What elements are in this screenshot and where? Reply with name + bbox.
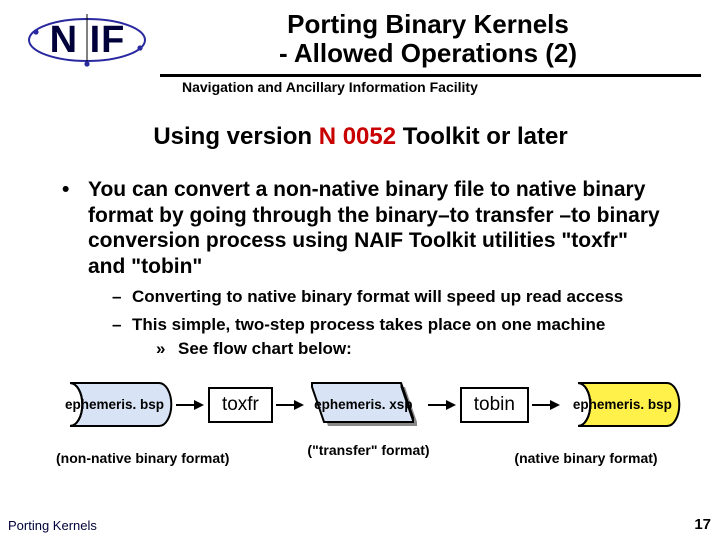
flow-captions: (non-native binary format) ("transfer" f…	[56, 438, 681, 466]
file-label: ephemeris. bsp	[564, 381, 681, 428]
bullet-list: • You can convert a non-native binary fi…	[62, 177, 671, 359]
dash-marker: –	[112, 315, 132, 335]
bullet-marker: •	[62, 177, 88, 279]
slide: N IF Porting Binary Kernels - Allowed Op…	[0, 0, 721, 541]
bullet-level-2: – This simple, two-step process takes pl…	[112, 315, 671, 335]
arrow-icon	[276, 398, 304, 412]
caption-right: (native binary format)	[491, 450, 681, 466]
caption-mid: ("transfer" format)	[246, 442, 491, 458]
title-line-2: - Allowed Operations (2)	[155, 39, 701, 68]
title-rule	[160, 74, 701, 77]
bullet-text: This simple, two-step process takes plac…	[132, 315, 605, 335]
bullet-level-3: » See flow chart below:	[156, 339, 671, 359]
headline-suffix: Toolkit or later	[396, 123, 568, 150]
raquo-marker: »	[156, 339, 178, 359]
headline: Using version N 0052 Toolkit or later	[20, 123, 701, 151]
bullet-level-1: • You can convert a non-native binary fi…	[62, 177, 671, 279]
arrow-icon	[532, 398, 560, 412]
dash-marker: –	[112, 287, 132, 307]
title-line-1: Porting Binary Kernels	[155, 10, 701, 39]
file-label: ephemeris. bsp	[56, 381, 173, 428]
utility-box-toxfr: toxfr	[208, 387, 273, 423]
bullet-text: Converting to native binary format will …	[132, 287, 623, 307]
file-shape: ephemeris. bsp	[564, 381, 681, 428]
headline-version: N 0052	[319, 123, 396, 150]
flow-node-input: ephemeris. bsp	[56, 381, 173, 428]
flow-chart: ephemeris. bsp toxfr ephemeris. xsp	[56, 381, 681, 428]
flow-node-output: ephemeris. bsp	[564, 381, 681, 428]
bullet-text: See flow chart below:	[178, 339, 352, 359]
page-number: 17	[694, 516, 711, 533]
subtitle: Navigation and Ancillary Information Fac…	[182, 79, 701, 95]
arrow-icon	[176, 398, 204, 412]
utility-box-tobin: tobin	[460, 387, 529, 423]
naif-logo: N IF	[20, 10, 155, 70]
bullet-level-2: – Converting to native binary format wil…	[112, 287, 671, 307]
file-label: ephemeris. xsp	[302, 381, 425, 428]
headline-prefix: Using version	[153, 123, 318, 150]
flow-node-transfer: ephemeris. xsp	[308, 381, 425, 428]
caption-left: (non-native binary format)	[56, 450, 246, 466]
header: N IF Porting Binary Kernels - Allowed Op…	[20, 8, 701, 70]
file-shape: ephemeris. xsp	[308, 381, 425, 428]
file-shape: ephemeris. bsp	[56, 381, 173, 428]
footer-left: Porting Kernels	[8, 518, 97, 533]
slide-title: Porting Binary Kernels - Allowed Operati…	[155, 8, 701, 67]
logo-text: N IF	[20, 10, 155, 70]
bullet-text: You can convert a non-native binary file…	[88, 177, 671, 279]
arrow-icon	[428, 398, 456, 412]
